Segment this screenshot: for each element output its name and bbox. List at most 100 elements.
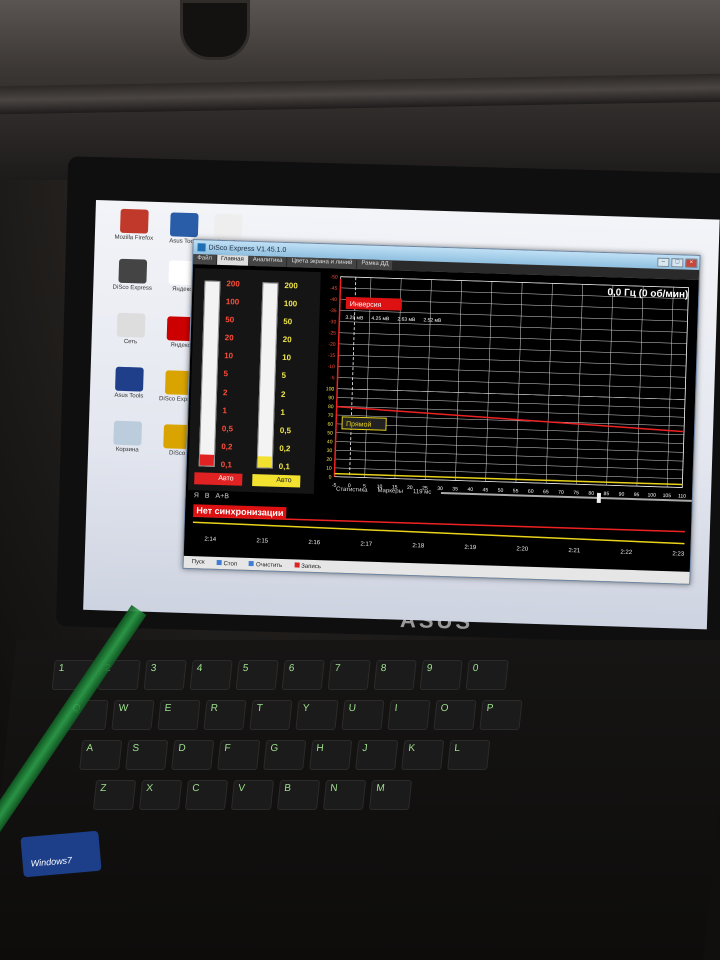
y-bottom-tick-label: 30 — [327, 448, 333, 454]
keyboard-key[interactable]: X — [138, 780, 183, 810]
close-icon[interactable]: × — [685, 258, 698, 268]
meter-scale-label: 100 — [225, 297, 240, 307]
time-slider-thumb[interactable] — [596, 492, 601, 503]
meter-scale-label: 2 — [222, 387, 228, 397]
keyboard-key[interactable]: R — [203, 700, 247, 730]
keyboard-key[interactable]: V — [230, 780, 275, 810]
keyboard-key[interactable]: 5 — [235, 660, 279, 690]
channel-reading: 2.52 мВ — [423, 317, 442, 324]
meter-scale-label: 0,2 — [221, 441, 233, 452]
keyboard-key[interactable]: K — [401, 740, 445, 770]
keyboard-key[interactable]: 9 — [419, 660, 463, 690]
meter-b-scale: 200 100 50 20 10 5 2 1 0,5 0,2 0,1 — [279, 281, 309, 472]
keyboard-key[interactable]: F — [217, 740, 261, 770]
maximize-icon[interactable]: □ — [671, 257, 684, 267]
y-bottom-tick-label: 10 — [326, 466, 332, 472]
keyboard-key[interactable]: Y — [295, 700, 339, 730]
y-bottom-tick-label: 80 — [328, 404, 334, 410]
window-title: DiSco Express V1.45.1.0 — [208, 244, 287, 254]
desktop-icon-image — [119, 208, 149, 234]
keyboard-key[interactable]: J — [355, 740, 399, 770]
keyboard-key[interactable]: 8 — [373, 660, 417, 690]
y-bottom-tick-label: 0 — [329, 474, 332, 480]
keyboard-key[interactable]: G — [263, 740, 307, 770]
keyboard-key[interactable]: W — [111, 700, 155, 730]
keyboard-row: ASDFGHJKL — [79, 740, 491, 770]
meter-scale-label: 100 — [283, 299, 298, 309]
inversion-label: Инверсия — [350, 301, 382, 309]
desktop-icon-image — [115, 366, 144, 392]
y-top-tick-label: -15 — [328, 353, 336, 359]
keyboard-key[interactable]: S — [125, 740, 169, 770]
meter-scale-label: 20 — [224, 333, 234, 343]
time-window-label: 119 мс — [412, 489, 432, 496]
y-top-tick-label: -5 — [330, 375, 335, 381]
keyboard-key[interactable]: B — [276, 780, 321, 810]
y-bottom-tick-label: 60 — [327, 422, 333, 428]
keyboard-key[interactable]: H — [309, 740, 353, 770]
keyboard-key[interactable]: U — [341, 700, 385, 730]
channel-reading: 3.28 мВ — [345, 315, 364, 322]
timeline-tick: 2:14 — [204, 536, 217, 543]
record-label: Запись — [301, 563, 321, 570]
desktop-icon-image — [169, 212, 199, 238]
keyboard-key[interactable]: O — [433, 700, 477, 730]
keyboard-key[interactable]: P — [479, 700, 523, 730]
keyboard-key[interactable]: 7 — [327, 660, 371, 690]
y-bottom-tick-label: 100 — [326, 386, 335, 392]
y-top-tick-label: -25 — [329, 330, 337, 336]
meter-scale-label: 200 — [226, 279, 240, 289]
clear-label: Очистить — [256, 561, 283, 569]
keyboard-key[interactable]: C — [184, 780, 229, 810]
keyboard-key[interactable]: M — [368, 780, 413, 810]
meter-b-auto[interactable]: Авто — [252, 474, 301, 488]
timeline-tick: 2:18 — [412, 543, 425, 550]
keyboard-key[interactable]: 0 — [465, 660, 509, 690]
channel-reading: 2.63 мВ — [397, 317, 416, 324]
keyboard-key[interactable]: D — [171, 740, 215, 770]
timeline-tick: 2:19 — [464, 544, 477, 552]
meter-b[interactable]: 200 100 50 20 10 5 2 1 0,5 0,2 0,1 Авто — [252, 276, 309, 488]
keyboard-key[interactable]: Z — [92, 780, 137, 810]
keyboard-key[interactable]: T — [249, 700, 293, 730]
time-slider[interactable] — [441, 491, 692, 503]
record-button[interactable]: Запись — [294, 561, 321, 570]
meter-b-fill — [257, 456, 273, 468]
timeline-tick: 2:15 — [256, 538, 269, 545]
tab-file[interactable]: Файл — [193, 254, 217, 265]
keyboard-key[interactable]: E — [157, 700, 201, 730]
stop-label: Стоп — [223, 560, 238, 568]
oscillogram-graph[interactable]: -5 0 5 10 15 20 25 30 35 40 45 50 55 60 65 70 75 80 85 90 95… — [316, 268, 699, 512]
minimize-icon[interactable]: – — [657, 257, 670, 267]
markers-button[interactable]: Маркеры — [377, 488, 403, 495]
keyboard-key[interactable]: 3 — [143, 660, 187, 690]
direct-label: Прямой — [346, 420, 372, 429]
keyboard-key[interactable]: I — [387, 700, 431, 730]
desktop-icon-image — [116, 312, 146, 338]
meter-a-fill — [199, 454, 215, 466]
meter-a[interactable]: 200 100 50 20 10 5 2 1 0,5 0,2 0,1 Авто — [194, 274, 248, 486]
y-top-tick-label: -45 — [330, 286, 338, 292]
car-hook — [180, 0, 250, 60]
meter-scale-label: 5 — [223, 369, 229, 379]
keyboard-key[interactable]: 4 — [189, 660, 233, 690]
desktop-icon-image — [118, 258, 148, 284]
stop-button[interactable]: Стоп — [216, 559, 237, 567]
meter-scale-label: 50 — [225, 315, 235, 325]
statistics-button[interactable]: Статистика — [336, 487, 368, 494]
photo-scene: ASUS Mozilla FirefoxAsus ToolsСлужбаDiSc… — [0, 0, 720, 960]
windows7-sticker: Windows7 — [20, 830, 102, 878]
keyboard-key[interactable]: L — [447, 740, 491, 770]
keyboard-row: QWERTYUIOP — [65, 700, 523, 730]
meter-a-auto[interactable]: Авто — [194, 472, 243, 486]
meter-scale-label: 0,5 — [279, 425, 292, 435]
keyboard-key[interactable]: N — [322, 780, 367, 810]
keyboard-key[interactable]: A — [79, 740, 123, 770]
timeline-tick: 2:23 — [672, 551, 685, 558]
window-controls: – □ × — [657, 257, 699, 268]
stop-checkbox-icon — [216, 559, 222, 565]
start-button[interactable]: Пуск — [192, 559, 205, 565]
clear-button[interactable]: Очистить — [249, 560, 283, 569]
car-interior-panel — [0, 0, 720, 180]
keyboard-key[interactable]: 6 — [281, 660, 325, 690]
